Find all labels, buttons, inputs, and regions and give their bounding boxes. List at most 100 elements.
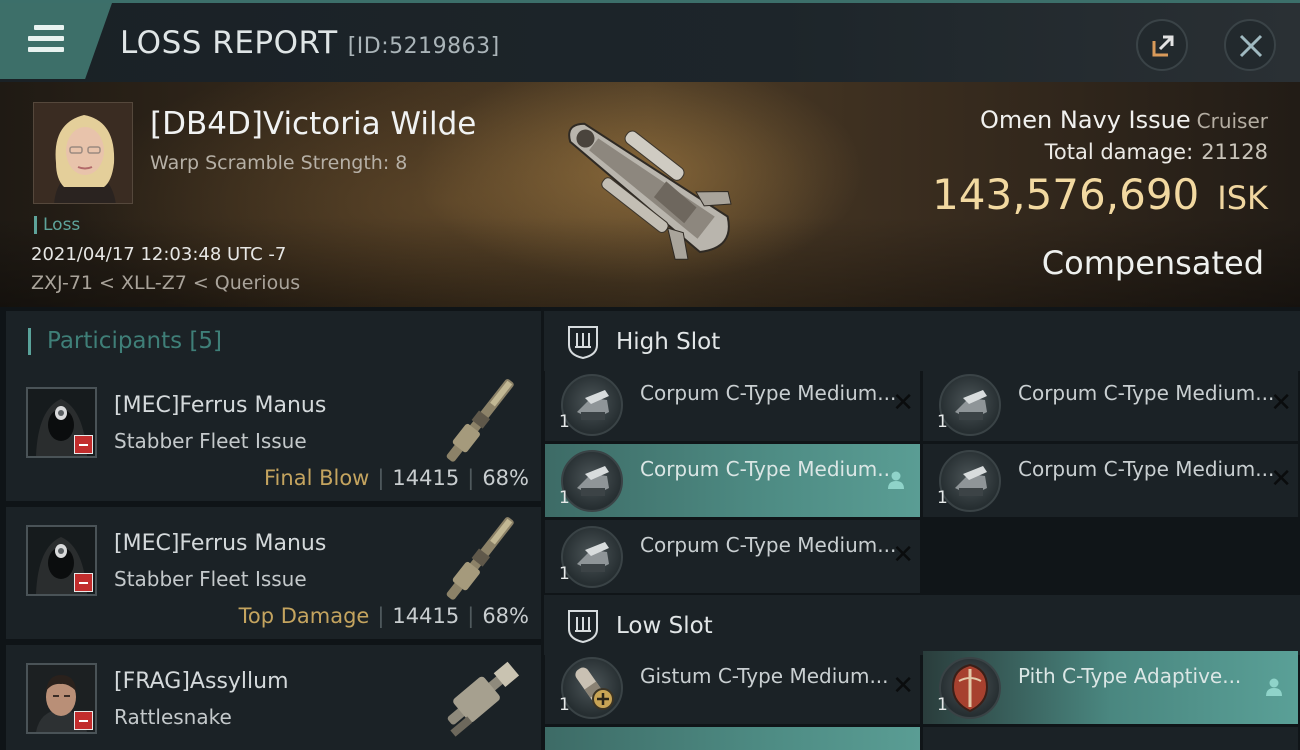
module-slot[interactable]: 1 Corpum C-Type Medium... ✕: [545, 368, 920, 441]
share-button[interactable]: [1136, 19, 1188, 71]
participant-name[interactable]: [MEC]Ferrus Manus: [114, 393, 326, 418]
participant-card[interactable]: [FRAG]Assyllum Rattlesnake: [6, 645, 541, 750]
ship-class: Cruiser: [1196, 109, 1268, 133]
destroyed-x-icon: ✕: [892, 671, 914, 701]
participant-avatar[interactable]: [26, 525, 97, 596]
loss-datetime: 2021/04/17 12:03:48 UTC -7: [31, 244, 287, 265]
drone-icon: [447, 661, 520, 737]
participants-accent-bar: [28, 328, 31, 355]
loss-location[interactable]: ZXJ-71 < XLL-Z7 < Querious: [31, 272, 300, 294]
close-button[interactable]: [1224, 19, 1276, 71]
ship-image[interactable]: [535, 84, 765, 304]
destroyed-x-icon: ✕: [1270, 388, 1292, 418]
destroyed-x-icon: ✕: [892, 388, 914, 418]
turret-module-icon: [561, 374, 623, 436]
ship-name-text: Omen Navy Issue: [979, 106, 1191, 134]
participant-avatar[interactable]: [26, 387, 97, 458]
participant-name[interactable]: [FRAG]Assyllum: [114, 669, 289, 694]
module-quantity: 1: [937, 695, 948, 715]
victim-name[interactable]: [DB4D]Victoria Wilde: [150, 106, 476, 142]
module-slot-dropped[interactable]: 1 Corpum C-Type Medium...: [545, 444, 920, 517]
hamburger-icon: [28, 25, 64, 55]
participant-card[interactable]: [MEC]Ferrus Manus Stabber Fleet Issue To…: [6, 507, 541, 639]
module-slot[interactable]: 1 Corpum C-Type Medium... ✕: [923, 444, 1298, 517]
low-slot-header: Low Slot: [544, 595, 1300, 655]
participant-avatar[interactable]: [26, 663, 97, 734]
module-quantity: 1: [937, 488, 948, 508]
participant-stats: Final Blow | 14415 | 68%: [264, 466, 529, 490]
participant-damage: 14415: [392, 604, 460, 628]
low-slot-label: Low Slot: [616, 613, 713, 639]
separator: |: [377, 466, 385, 490]
module-quantity: 1: [559, 695, 570, 715]
total-damage-label: Total damage:: [1044, 140, 1194, 164]
module-slot-partial[interactable]: [545, 727, 920, 750]
hostile-status-icon: [74, 435, 93, 454]
weapon-icon: [446, 517, 514, 600]
module-name: Corpum C-Type Medium...: [640, 381, 897, 405]
high-slot-icon: [568, 326, 598, 359]
module-name: Corpum C-Type Medium...: [1018, 381, 1275, 405]
participant-tag: Top Damage: [238, 604, 370, 628]
shield-booster-icon: [561, 657, 623, 719]
ship-name[interactable]: Omen Navy Issue Cruiser: [980, 106, 1268, 134]
isk-unit: ISK: [1217, 179, 1268, 217]
hostile-status-icon: [74, 573, 93, 592]
module-slot[interactable]: 1 Corpum C-Type Medium... ✕: [923, 368, 1298, 441]
module-slot[interactable]: 1 Gistum C-Type Medium... ✕: [545, 651, 920, 724]
total-damage-value: 21128: [1201, 140, 1268, 164]
participant-percent: 68%: [482, 604, 529, 628]
module-slot[interactable]: 1 Corpum C-Type Medium... ✕: [545, 520, 920, 593]
module-quantity: 1: [559, 488, 570, 508]
module-quantity: 1: [559, 564, 570, 584]
hostile-status-icon: [74, 711, 93, 730]
module-quantity: 1: [559, 412, 570, 432]
isk-value: 143,576,690: [932, 170, 1200, 219]
participant-damage: 14415: [392, 466, 460, 490]
person-icon: [1266, 678, 1282, 696]
module-name: Pith C-Type Adaptive...: [1018, 664, 1242, 688]
turret-module-icon: [939, 374, 1001, 436]
module-name: Gistum C-Type Medium...: [640, 664, 889, 688]
participant-percent: 68%: [482, 466, 529, 490]
victim-portrait[interactable]: [33, 102, 133, 204]
participant-stats: Top Damage | 14415 | 68%: [239, 604, 529, 628]
module-name: Corpum C-Type Medium...: [1018, 457, 1275, 481]
module-name: Corpum C-Type Medium...: [640, 457, 897, 481]
high-slot-header: High Slot: [544, 311, 1300, 371]
turret-module-icon: [561, 450, 623, 512]
adaptive-hardener-icon: [939, 657, 1001, 719]
module-name: Corpum C-Type Medium...: [640, 533, 897, 557]
destroyed-x-icon: ✕: [892, 540, 914, 570]
close-icon: [1239, 34, 1263, 58]
module-slot-partial[interactable]: [923, 727, 1298, 750]
participant-card[interactable]: [MEC]Ferrus Manus Stabber Fleet Issue Fi…: [6, 369, 541, 501]
participants-title: Participants [5]: [47, 328, 222, 354]
turret-module-icon: [939, 450, 1001, 512]
destroyed-x-icon: ✕: [1270, 464, 1292, 494]
participant-ship: Stabber Fleet Issue: [114, 429, 307, 453]
victim-banner: [DB4D]Victoria Wilde Warp Scramble Stren…: [0, 82, 1300, 307]
isk-value-line: 143,576,690 ISK: [932, 170, 1268, 219]
module-quantity: 1: [937, 412, 948, 432]
weapon-icon: [446, 379, 514, 462]
page-title-text: LOSS REPORT: [120, 25, 338, 61]
victim-avatar-image: [34, 103, 132, 203]
separator: |: [467, 466, 475, 490]
participant-name[interactable]: [MEC]Ferrus Manus: [114, 531, 326, 556]
participant-tag: Final Blow: [264, 466, 370, 490]
menu-button[interactable]: [0, 3, 112, 79]
loss-tag: Loss: [34, 216, 80, 234]
share-icon: [1152, 35, 1174, 57]
turret-module-icon: [561, 526, 623, 588]
total-damage: Total damage: 21128: [1045, 140, 1268, 164]
separator: |: [467, 604, 475, 628]
header-bar: LOSS REPORT [ID:5219863]: [0, 0, 1300, 82]
high-slot-label: High Slot: [616, 329, 721, 355]
module-slot-dropped[interactable]: 1 Pith C-Type Adaptive...: [923, 651, 1298, 724]
participants-count: [5]: [189, 328, 223, 354]
report-id: [ID:5219863]: [347, 34, 500, 59]
low-slot-icon: [568, 610, 598, 643]
participants-panel: Participants [5] [MEC]Ferrus Manus Stabb…: [0, 307, 541, 750]
participants-header: Participants [5]: [6, 311, 541, 371]
